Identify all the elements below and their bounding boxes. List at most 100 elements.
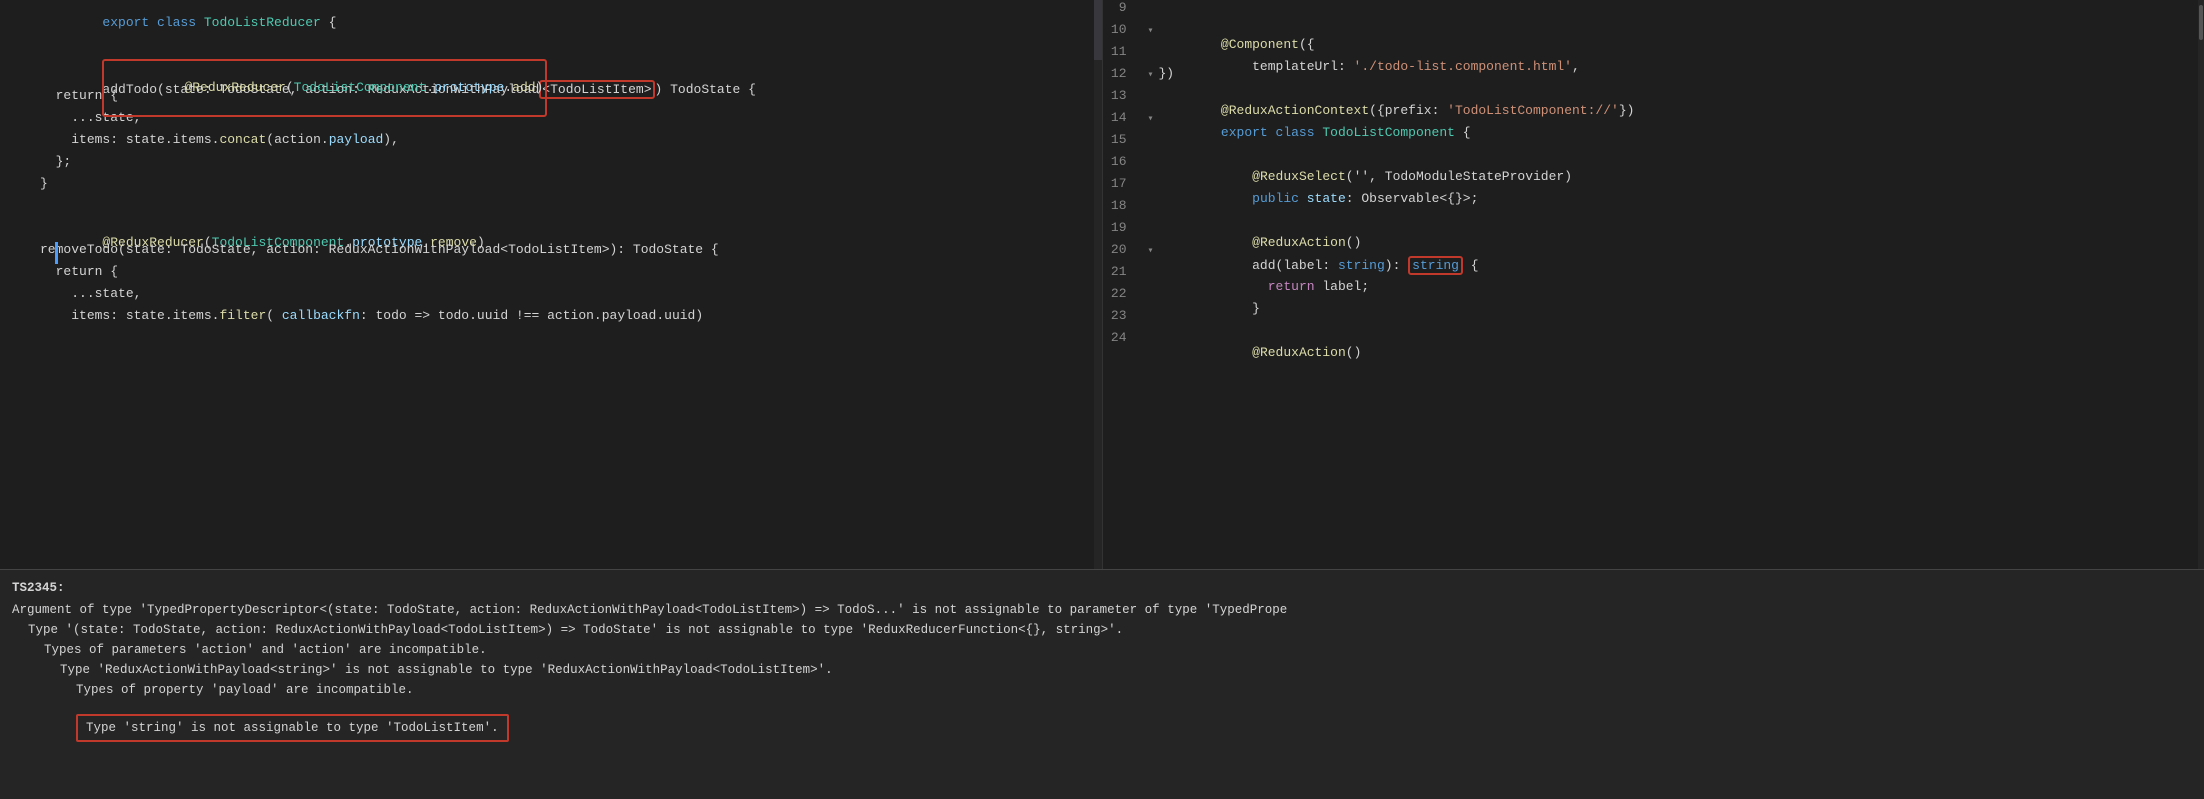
right-scrollbar-thumb[interactable] — [2199, 5, 2203, 40]
error-code: TS2345: — [12, 578, 2192, 598]
code-line-11: @ReduxReducer(TodoListComponent.prototyp… — [0, 220, 1102, 242]
line-number: 23 — [1103, 308, 1143, 323]
editor-area: export class TodoListReducer { @ReduxRed… — [0, 0, 2204, 569]
line-content: } — [40, 176, 1082, 191]
line-number: 20 — [1103, 242, 1143, 257]
code-line-7: items: state.items.concat(action.payload… — [0, 132, 1102, 154]
filter-paren: ( — [266, 308, 282, 323]
decorator-name: @ReduxReducer — [184, 80, 285, 95]
line-content: }; — [40, 154, 1082, 169]
line-content: }) — [1159, 66, 2185, 81]
error-highlighted-line-container: Type 'string' is not assignable to type … — [76, 708, 2192, 742]
code-line-1: export class TodoListReducer { — [0, 0, 1102, 22]
line-content — [40, 22, 1082, 37]
code-line-14: ...state, — [0, 286, 1102, 308]
paren-close: ) — [536, 80, 544, 95]
add-ref: add — [512, 80, 535, 95]
line-number: 13 — [1103, 88, 1143, 103]
line-content: ...state, — [40, 286, 1082, 301]
close-component: }) — [1159, 66, 1175, 81]
items-prefix: items: state.items. — [71, 132, 219, 147]
right-scrollbar-track[interactable] — [2198, 0, 2204, 569]
line-content — [1159, 198, 2185, 213]
scrollbar-thumb[interactable] — [1094, 0, 1102, 60]
code-line-12: removeTodo(state: TodoState, action: Red… — [0, 242, 1102, 264]
code-line-9: } — [0, 176, 1102, 198]
line-number: 10 — [1103, 22, 1143, 37]
indent-24 — [1221, 345, 1252, 360]
fold-gutter: ▾ — [1143, 245, 1159, 257]
fold-gutter: ▾ — [1143, 113, 1159, 125]
code-line-13: return { — [0, 264, 1102, 286]
dot2: . — [504, 80, 512, 95]
filter-fn: filter — [219, 308, 266, 323]
code-line-10 — [0, 198, 1102, 220]
paren-open: ( — [286, 80, 294, 95]
decorator-highlight-box: @ReduxReducer(TodoListComponent.prototyp… — [102, 59, 547, 117]
callbackfn-param: callbackfn — [282, 308, 360, 323]
concat-fn: concat — [219, 132, 266, 147]
line-content — [1143, 0, 2185, 15]
right-line-14: 14 ▾ export class TodoListComponent { — [1103, 110, 2204, 132]
payload-prop: payload — [329, 132, 384, 147]
line-number: 19 — [1103, 220, 1143, 235]
line-content — [1159, 132, 2185, 147]
code-line-15: items: state.items.filter( callbackfn: t… — [0, 308, 1102, 330]
action-parens2: () — [1346, 345, 1362, 360]
paren-end: ), — [383, 132, 399, 147]
fold-gutter: ▾ — [1143, 25, 1159, 37]
right-line-17: 17 public state: Observable<{}>; — [1103, 176, 2204, 198]
right-line-13: 13 @ReduxActionContext({prefix: 'TodoLis… — [1103, 88, 2204, 110]
line-content: items: state.items.filter( callbackfn: t… — [40, 308, 1082, 323]
right-line-11: 11 templateUrl: './todo-list.component.h… — [1103, 44, 2204, 66]
remove-todo: removeTodo(state: TodoState, action: Red… — [40, 242, 719, 257]
error-line-1: Argument of type 'TypedPropertyDescripto… — [12, 600, 2192, 620]
error-line-2: Type '(state: TodoState, action: ReduxAc… — [12, 620, 2192, 640]
dot1: . — [426, 80, 434, 95]
line-content — [40, 198, 1082, 213]
code-line-3: @ReduxReducer(TodoListComponent.prototyp… — [0, 44, 1102, 66]
spread-state2: ...state, — [71, 286, 141, 301]
close-brace: } — [40, 176, 48, 191]
error-panel: TS2345: Argument of type 'TypedPropertyD… — [0, 569, 2204, 799]
error-line-5: Types of property 'payload' are incompat… — [12, 680, 2192, 700]
line-content: @ReduxAction() — [1159, 330, 2185, 375]
error-line-4: Type 'ReduxActionWithPayload<string>' is… — [12, 660, 2192, 680]
right-line-16: 16 @ReduxSelect('', TodoModuleStateProvi… — [1103, 154, 2204, 176]
prototype-ref: prototype — [434, 80, 504, 95]
filter-rest: : todo => todo.uuid !== action.payload.u… — [360, 308, 703, 323]
items-filter-prefix: items: state.items. — [71, 308, 219, 323]
right-line-24: 24 @ReduxAction() — [1103, 330, 2204, 352]
line-number: 22 — [1103, 286, 1143, 301]
line-content: @ReduxReducer(TodoListComponent.prototyp… — [40, 44, 1082, 132]
line-number: 21 — [1103, 264, 1143, 279]
right-line-19: 19 @ReduxAction() — [1103, 220, 2204, 242]
right-line-10: 10 ▾ @Component({ — [1103, 22, 2204, 44]
line-number: 9 — [1103, 0, 1143, 15]
line-number: 14 — [1103, 110, 1143, 125]
line-number: 17 — [1103, 176, 1143, 191]
right-code-panel: 9 10 ▾ @Component({ 11 templateUrl: './t… — [1103, 0, 2204, 569]
error-type-highlight: Type 'string' is not assignable to type … — [76, 714, 509, 742]
right-line-9: 9 — [1103, 0, 2204, 22]
left-scrollbar[interactable] — [1094, 0, 1102, 569]
right-line-21: 21 return label; — [1103, 264, 2204, 286]
paren-action: (action. — [266, 132, 328, 147]
line-number: 11 — [1103, 44, 1143, 59]
line-content: removeTodo(state: TodoState, action: Red… — [40, 242, 1082, 257]
line-content: return { — [40, 264, 1082, 279]
left-blue-indicator — [55, 242, 58, 264]
fold-gutter: ▾ — [1143, 69, 1159, 81]
right-line-20: 20 ▾ add(label: string): string { — [1103, 242, 2204, 264]
line-content — [1159, 308, 2185, 323]
right-line-22: 22 } — [1103, 286, 2204, 308]
redux-action-dec2: @ReduxAction — [1252, 345, 1346, 360]
line-number: 16 — [1103, 154, 1143, 169]
line-number: 24 — [1103, 330, 1143, 345]
component-ref: TodoListComponent — [294, 80, 427, 95]
return-open2: return { — [56, 264, 118, 279]
line-number: 15 — [1103, 132, 1143, 147]
left-code-panel: export class TodoListReducer { @ReduxRed… — [0, 0, 1103, 569]
line-number: 12 — [1103, 66, 1143, 81]
line-content: items: state.items.concat(action.payload… — [40, 132, 1082, 147]
